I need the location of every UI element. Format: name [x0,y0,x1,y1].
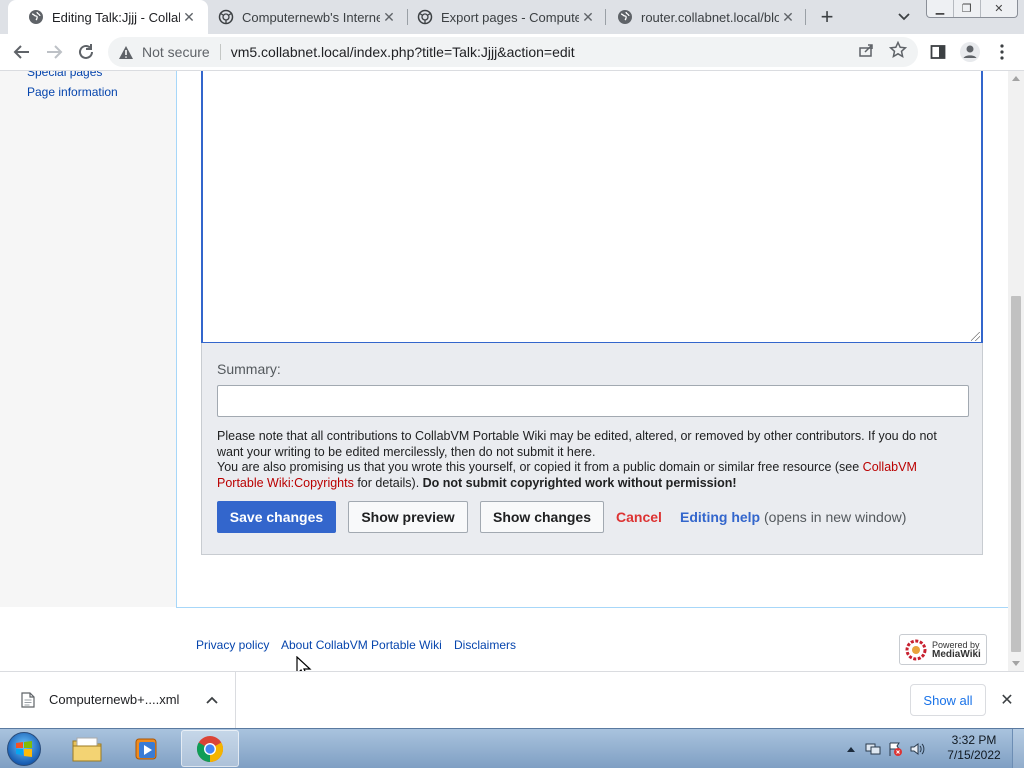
tab-search-chevron-icon[interactable] [893,6,915,28]
start-button[interactable] [7,732,41,766]
tab-title: Computernewb's Internet [242,9,380,25]
browser-toolbar: Not secure vm5.collabnet.local/index.php… [0,34,1024,71]
profile-avatar-icon[interactable] [956,38,984,66]
close-window-icon[interactable]: ✕ [981,0,1017,17]
powered-by-mediawiki-badge[interactable]: Powered by MediaWiki [899,634,987,665]
scroll-down-arrow-icon[interactable] [1012,661,1020,666]
chrome-icon [196,735,224,762]
scroll-up-arrow-icon[interactable] [1012,76,1020,81]
powered-by-line1: Powered by [932,639,980,650]
chevron-up-icon[interactable] [204,692,220,708]
tab-editing-talk[interactable]: Editing Talk:Jjjj - CollabVM ✕ [8,0,208,34]
network-icon[interactable] [862,729,884,768]
address-bar[interactable]: Not secure vm5.collabnet.local/index.php… [108,37,918,67]
powered-by-text: Powered by MediaWiki [932,640,981,660]
security-status[interactable]: Not secure [142,44,210,60]
show-hidden-icons-icon[interactable] [840,729,862,768]
notice-text-1: Please note that all contributions to Co… [217,429,937,459]
tab-title: router.collabnet.local/blo [641,9,779,25]
notice-warning: Do not submit copyrighted work without p… [422,475,737,490]
clock-date: 7/15/2022 [947,748,1001,762]
resize-grip-icon[interactable] [971,332,980,341]
windows-logo-icon [16,741,32,757]
windows-taskbar: 3:32 PM 7/15/2022 [0,728,1024,768]
tab-computernewb[interactable]: Computernewb's Internet ✕ [198,0,408,34]
tab-separator [805,9,806,25]
wikitext-editor[interactable] [201,71,983,344]
sidebar-link-special-pages[interactable]: Special pages [27,71,102,79]
footer-link-disclaimers[interactable]: Disclaimers [454,638,516,652]
omnibox-divider [219,44,221,60]
close-download-bar-icon[interactable]: ✕ [997,690,1017,710]
tab-title: Export pages - Computer [441,9,579,25]
folder-icon [72,737,102,761]
new-tab-plus-icon[interactable]: + [814,4,840,30]
tab-close-icon[interactable]: ✕ [579,8,597,26]
share-icon[interactable] [857,41,875,59]
site-logo-icon [417,9,433,25]
clock-time: 3:32 PM [951,733,997,747]
notice-text-3: for details). [353,475,423,490]
tab-close-icon[interactable]: ✕ [180,8,198,26]
bookmark-star-icon[interactable] [889,41,907,59]
site-logo-icon [218,9,234,25]
save-changes-button[interactable]: Save changes [217,501,336,533]
summary-label: Summary: [217,361,281,377]
restore-icon[interactable]: ❐ [954,0,981,17]
tab-title: Editing Talk:Jjjj - CollabVM [52,9,180,25]
action-center-flag-icon[interactable] [884,729,906,768]
wiki-sidebar: Special pages Page information [0,71,176,607]
mouse-cursor-icon [296,656,312,671]
content-border [176,71,177,608]
kebab-menu-icon[interactable] [988,38,1016,66]
warning-triangle-icon[interactable] [118,44,134,60]
window-controls: ▁ ❐ ✕ [926,0,1018,18]
summary-input[interactable] [217,385,969,417]
editing-help-note: (opens in new window) [764,509,907,525]
taskbar-media-player[interactable] [118,730,176,767]
minimize-icon[interactable]: ▁ [927,0,954,17]
side-panel-icon[interactable] [924,38,952,66]
volume-icon[interactable] [906,729,928,768]
edit-options-panel: Summary: Please note that all contributi… [201,343,983,555]
content-border-bottom [176,607,1008,608]
tab-close-icon[interactable]: ✕ [380,8,398,26]
browser-tab-strip: Editing Talk:Jjjj - CollabVM ✕ Computern… [0,0,1024,34]
footer-link-privacy[interactable]: Privacy policy [196,638,269,652]
powered-by-line2: MediaWiki [932,648,981,660]
taskbar-chrome[interactable] [181,730,239,767]
back-arrow-icon[interactable] [8,38,36,66]
globe-icon [28,9,44,25]
globe-icon [617,9,633,25]
sidebar-link-page-information[interactable]: Page information [27,85,118,99]
forward-arrow-icon[interactable] [40,38,68,66]
show-changes-button[interactable]: Show changes [480,501,604,533]
file-icon [21,692,35,708]
tab-export-pages[interactable]: Export pages - Computer ✕ [397,0,607,34]
mediawiki-logo-icon [905,639,927,660]
taskbar-explorer[interactable] [58,730,116,767]
reload-icon[interactable] [72,38,100,66]
taskbar-clock[interactable]: 3:32 PM 7/15/2022 [940,733,1008,763]
notice-text-2: You are also promising us that you wrote… [217,460,863,474]
page-scrollbar[interactable] [1008,71,1024,671]
show-all-downloads-button[interactable]: Show all [910,684,986,716]
page-viewport: Special pages Page information Summary: … [0,71,1008,671]
copyright-notice: Please note that all contributions to Co… [217,429,957,491]
tab-router[interactable]: router.collabnet.local/blo ✕ [597,0,807,34]
download-filename[interactable]: Computernewb+....xml [49,692,179,707]
download-item[interactable]: Computernewb+....xml [0,672,236,729]
editing-help-link[interactable]: Editing help [680,509,760,525]
tab-close-icon[interactable]: ✕ [779,8,797,26]
scrollbar-thumb[interactable] [1011,296,1021,652]
show-preview-button[interactable]: Show preview [348,501,468,533]
media-player-icon [135,738,157,759]
download-bar: Computernewb+....xml Show all ✕ [0,671,1024,729]
url-text[interactable]: vm5.collabnet.local/index.php?title=Talk… [231,44,575,60]
cancel-link[interactable]: Cancel [616,509,662,525]
show-desktop-button[interactable] [1012,729,1024,768]
system-tray [840,729,928,768]
footer-link-about[interactable]: About CollabVM Portable Wiki [281,638,442,652]
